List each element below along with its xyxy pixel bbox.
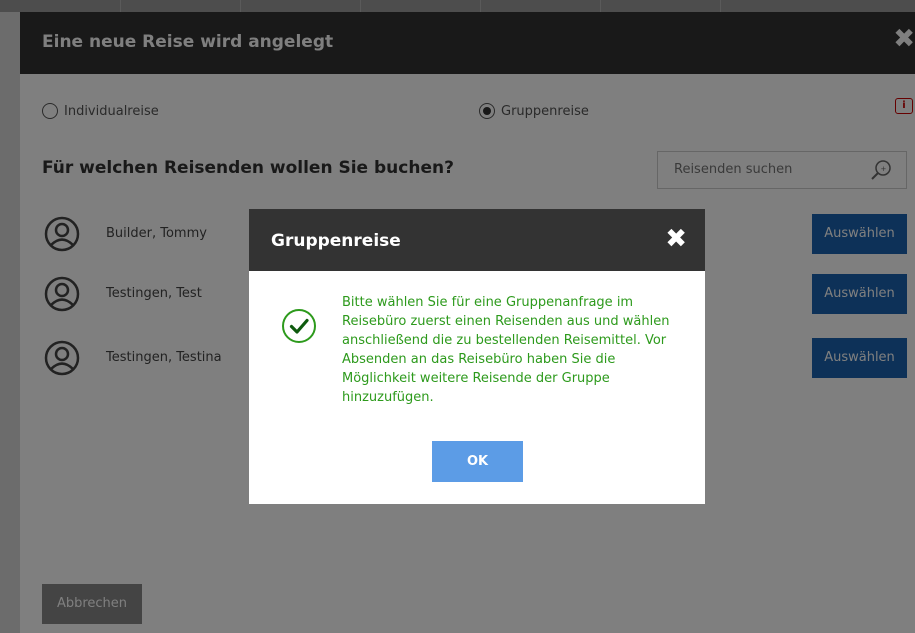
dialog-message: Bitte wählen Sie für eine Gruppenanfrage… [342,295,670,405]
group-trip-dialog: Gruppenreise ✖ Bitte wählen Sie für eine… [249,209,705,504]
dialog-header: Gruppenreise ✖ [249,209,705,271]
dialog-title: Gruppenreise [271,231,401,251]
check-circle-icon [282,309,316,343]
close-icon[interactable]: ✖ [665,226,687,252]
ok-button[interactable]: OK [432,441,523,482]
